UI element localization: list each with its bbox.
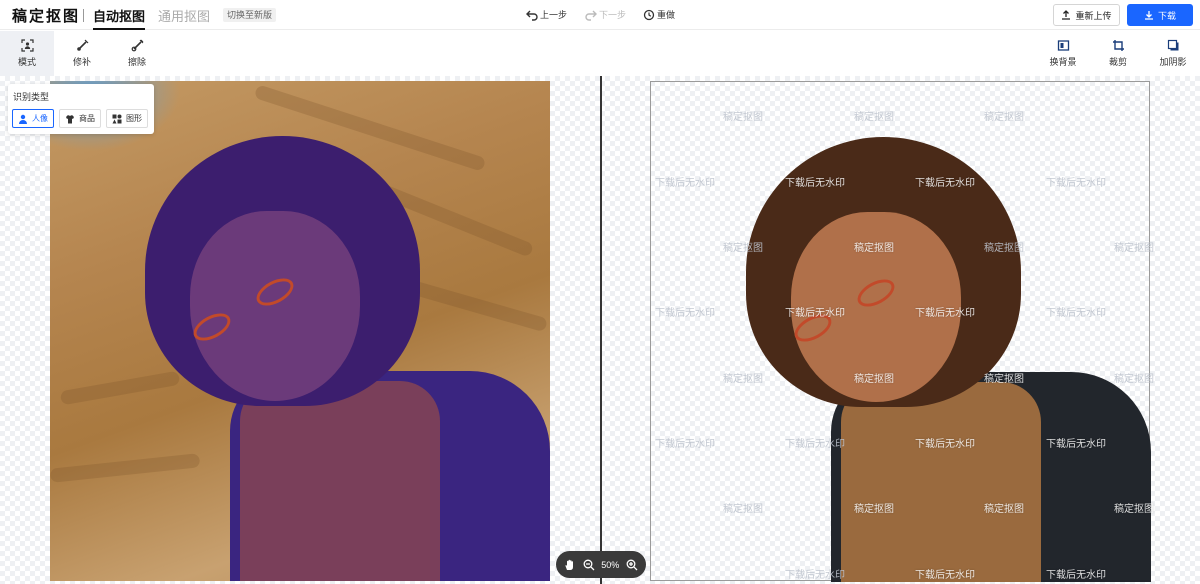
reset-label: 重做 <box>657 10 676 20</box>
zoom-control: 50% <box>556 551 646 578</box>
top-shape <box>240 381 440 581</box>
download-icon <box>1144 11 1153 20</box>
upload-icon <box>1062 10 1071 20</box>
watermark-brand: 稿定抠图 <box>854 112 894 123</box>
undo-button[interactable]: 上一步 <box>526 8 567 21</box>
tool-crop-label: 裁剪 <box>1108 57 1127 67</box>
zoom-in-icon[interactable] <box>626 559 638 571</box>
watermark-brand: 稿定抠图 <box>1114 504 1154 515</box>
watermark-hint: 下载后无水印 <box>785 308 845 319</box>
reupload-button[interactable]: 重新上传 <box>1053 4 1120 26</box>
redo-button[interactable]: 下一步 <box>585 8 626 21</box>
watermark-hint: 下载后无水印 <box>915 570 975 581</box>
type-graphic-label: 图形 <box>126 114 142 123</box>
toolbar: 模式 修补 擦除 换背景 裁剪 加阴影 <box>0 31 1200 76</box>
watermark-brand: 稿定抠图 <box>854 374 894 385</box>
watermark-brand: 稿定抠图 <box>854 243 894 254</box>
shadow-icon <box>1167 39 1178 51</box>
cutout-result[interactable]: 稿定抠图 稿定抠图 稿定抠图 下载后无水印 下载后无水印 下载后无水印 下载后无… <box>650 81 1154 582</box>
compare-divider[interactable] <box>600 76 602 584</box>
undo-label: 上一步 <box>540 10 568 20</box>
switch-version-badge[interactable]: 切换至新版 <box>223 8 277 22</box>
watermark-hint: 下载后无水印 <box>785 178 845 189</box>
watermark-hint: 下载后无水印 <box>655 439 715 450</box>
watermark-brand: 稿定抠图 <box>1114 243 1154 254</box>
face-shape <box>190 211 360 401</box>
background-icon <box>1057 40 1069 51</box>
watermark-hint: 下载后无水印 <box>655 178 715 189</box>
tool-change-background[interactable]: 换背景 <box>1036 31 1090 76</box>
tool-mode[interactable]: 模式 <box>0 31 54 76</box>
canvas-workspace[interactable]: 识别类型 人像 商品 图形 稿定抠图 稿定抠图 稿定抠图 下载后无水印 下载后无… <box>0 76 1200 584</box>
top-shape <box>841 382 1041 582</box>
shapes-icon <box>112 114 122 123</box>
tool-change-background-label: 换背景 <box>1049 57 1077 67</box>
mode-icon <box>20 39 34 52</box>
hand-pan-icon[interactable] <box>564 559 576 571</box>
watermark-hint: 下载后无水印 <box>785 439 845 450</box>
tool-crop[interactable]: 裁剪 <box>1091 31 1145 76</box>
reset-icon <box>643 9 655 20</box>
watermark-brand: 稿定抠图 <box>723 112 763 123</box>
watermark-brand: 稿定抠图 <box>984 112 1024 123</box>
redo-label: 下一步 <box>599 10 627 20</box>
watermark-hint: 下载后无水印 <box>655 308 715 319</box>
watermark-hint: 下载后无水印 <box>915 308 975 319</box>
zoom-level: 50% <box>601 559 620 570</box>
top-bar: 稿定抠图 自动抠图 通用抠图 切换至新版 上一步 下一步 重做 重新上传 下载 <box>0 0 1200 30</box>
watermark-hint: 下载后无水印 <box>1046 439 1106 450</box>
person-selection-overlay <box>50 81 550 581</box>
watermark-hint: 下载后无水印 <box>1046 308 1106 319</box>
type-graphic-button[interactable]: 图形 <box>106 109 148 128</box>
tool-patch-label: 修补 <box>72 57 91 67</box>
watermark-hint: 下载后无水印 <box>1046 178 1106 189</box>
tool-mode-label: 模式 <box>17 57 36 67</box>
watermark-brand: 稿定抠图 <box>854 504 894 515</box>
tool-add-shadow[interactable]: 加阴影 <box>1146 31 1200 76</box>
watermark-hint: 下载后无水印 <box>915 439 975 450</box>
watermark-brand: 稿定抠图 <box>984 243 1024 254</box>
watermark-brand: 稿定抠图 <box>984 374 1024 385</box>
brush-icon <box>76 39 88 51</box>
person-icon <box>19 114 27 124</box>
tool-patch[interactable]: 修补 <box>55 31 109 76</box>
crop-icon <box>1112 40 1124 51</box>
watermark-hint: 下载后无水印 <box>785 570 845 581</box>
watermark-brand: 稿定抠图 <box>984 504 1024 515</box>
redo-icon <box>585 10 597 21</box>
type-product-button[interactable]: 商品 <box>59 109 101 128</box>
tool-erase[interactable]: 擦除 <box>110 31 164 76</box>
watermark-brand: 稿定抠图 <box>723 504 763 515</box>
header-divider <box>83 9 84 22</box>
watermark-hint: 下载后无水印 <box>1046 570 1106 581</box>
recognition-type-panel: 识别类型 人像 商品 图形 <box>8 84 154 134</box>
tool-erase-label: 擦除 <box>127 57 146 67</box>
undo-icon <box>526 10 538 21</box>
tool-add-shadow-label: 加阴影 <box>1159 57 1187 67</box>
app-logo[interactable]: 稿定抠图 <box>12 5 80 26</box>
zoom-out-icon[interactable] <box>583 559 595 571</box>
tab-general-cutout[interactable]: 通用抠图 <box>158 6 210 25</box>
tab-auto-cutout[interactable]: 自动抠图 <box>93 6 146 30</box>
download-button[interactable]: 下载 <box>1127 4 1193 26</box>
type-portrait-label: 人像 <box>32 114 48 123</box>
type-product-label: 商品 <box>79 114 95 123</box>
watermark-brand: 稿定抠图 <box>723 243 763 254</box>
watermark-hint: 下载后无水印 <box>915 178 975 189</box>
watermark-brand: 稿定抠图 <box>723 374 763 385</box>
recognition-type-title: 识别类型 <box>13 92 50 102</box>
eraser-icon <box>131 39 143 52</box>
reset-button[interactable]: 重做 <box>643 8 675 21</box>
reupload-label: 重新上传 <box>1075 10 1112 21</box>
watermark-brand: 稿定抠图 <box>1114 374 1154 385</box>
download-label: 下载 <box>1157 10 1176 21</box>
type-portrait-button[interactable]: 人像 <box>12 109 54 128</box>
original-image[interactable] <box>50 81 550 581</box>
shirt-icon <box>66 114 74 123</box>
